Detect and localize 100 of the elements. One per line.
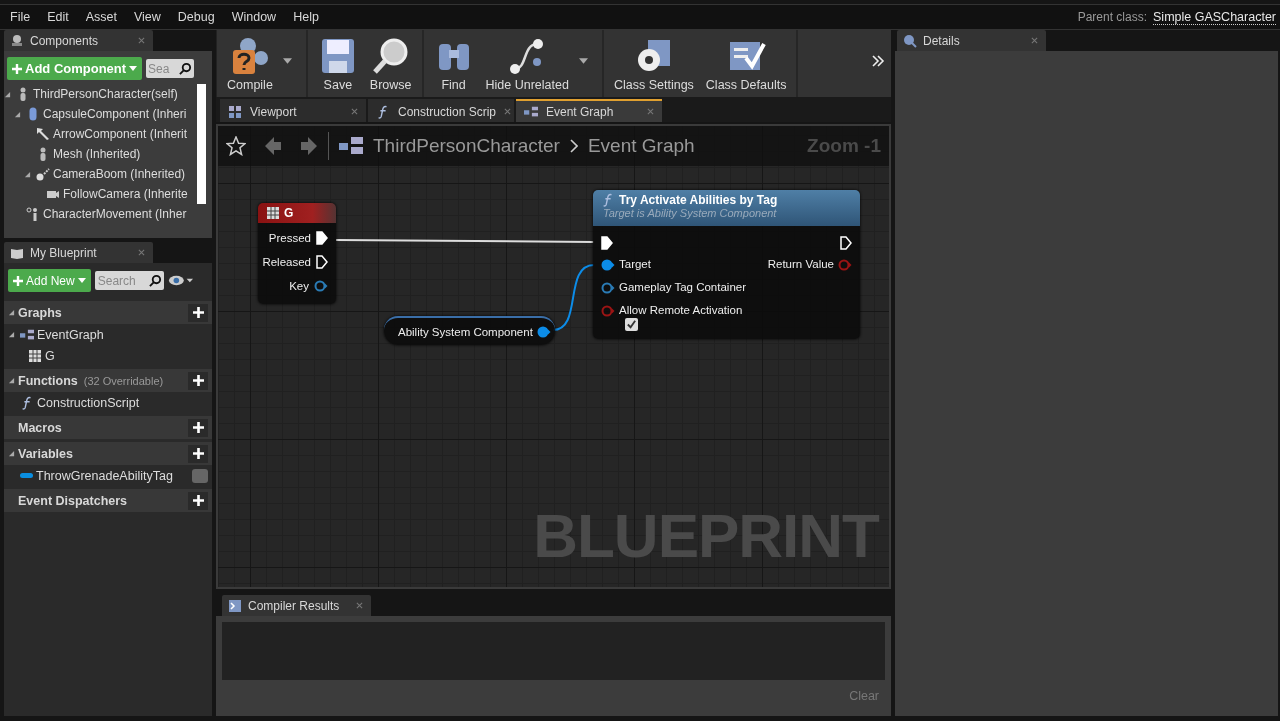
function-icon xyxy=(20,395,34,410)
tree-item[interactable]: CameraBoom (Inherited) xyxy=(53,167,186,181)
data-pin-icon[interactable] xyxy=(314,280,328,292)
plus-icon xyxy=(192,307,204,318)
menu-item[interactable]: Help xyxy=(293,10,319,24)
document-tab[interactable]: Construction Scrip xyxy=(368,99,514,122)
menu-item[interactable]: Debug xyxy=(177,10,215,24)
data-pin-icon[interactable] xyxy=(601,259,615,271)
toolbar-button[interactable]: Save xyxy=(315,33,360,94)
document-tab[interactable]: Event Graph xyxy=(516,99,662,122)
data-pin-icon[interactable] xyxy=(601,282,615,294)
overflow-chevron-icon[interactable] xyxy=(871,54,885,68)
toolbar-button[interactable]: Find xyxy=(431,33,476,94)
forward-arrow-icon[interactable] xyxy=(300,136,318,156)
function-node[interactable]: Try Activate Abilities by Tag Target is Ability System Component Target Return Value Gameplay Tag Container Allow Remote Activation xyxy=(593,190,860,339)
back-arrow-icon[interactable] xyxy=(264,136,282,156)
eye-icon[interactable] xyxy=(167,274,194,287)
menu-item[interactable]: View xyxy=(133,10,161,24)
list-item[interactable]: G xyxy=(45,348,55,363)
section-header[interactable]: Functions (32 Overridable) xyxy=(4,369,212,392)
node-title: Try Activate Abilities by Tag xyxy=(619,193,778,207)
pin-label: Allow Remote Activation xyxy=(619,304,743,316)
menu-item[interactable]: Asset xyxy=(85,10,117,24)
section-header[interactable]: Event Dispatchers xyxy=(4,489,212,512)
panel-tab[interactable]: Compiler Results xyxy=(222,595,371,616)
panel-tab[interactable]: Components xyxy=(4,30,153,51)
close-icon[interactable] xyxy=(351,108,358,115)
exec-pin-icon[interactable] xyxy=(601,236,613,250)
breadcrumb-item[interactable]: ThirdPersonCharacter xyxy=(373,135,560,157)
arrow-icon xyxy=(36,127,50,141)
toolbar-button[interactable]: Browse xyxy=(367,33,414,94)
star-icon[interactable] xyxy=(226,136,246,156)
pin-label: Gameplay Tag Container xyxy=(619,281,746,293)
exec-pin-icon[interactable] xyxy=(316,231,328,245)
add-button[interactable] xyxy=(188,418,208,437)
add-button[interactable] xyxy=(188,491,208,510)
add-button[interactable] xyxy=(188,371,208,390)
variable-node[interactable]: Ability System Component xyxy=(384,316,555,345)
close-icon[interactable] xyxy=(356,602,363,609)
visibility-toggle-icon[interactable] xyxy=(192,468,208,483)
list-item[interactable]: ConstructionScript xyxy=(37,395,140,410)
section-header[interactable]: Macros xyxy=(4,416,212,439)
section-title: Variables xyxy=(18,446,73,461)
data-pin-icon[interactable] xyxy=(536,325,551,338)
add-button[interactable] xyxy=(188,444,208,463)
close-icon[interactable] xyxy=(138,37,145,44)
expander-icon[interactable] xyxy=(4,90,11,98)
toolbar-button[interactable]: Class Defaults xyxy=(703,33,789,94)
breadcrumb-item[interactable]: Event Graph xyxy=(587,135,695,157)
panel-tab[interactable]: My Blueprint xyxy=(4,242,153,263)
dropdown-caret-icon[interactable] xyxy=(282,57,292,64)
add-button[interactable] xyxy=(188,303,208,322)
tree-item[interactable]: CapsuleComponent (Inheri xyxy=(43,107,187,121)
parent-class-link[interactable]: Simple GASCharacter xyxy=(1153,9,1276,25)
expander-icon[interactable] xyxy=(14,110,21,118)
exec-pin-icon[interactable] xyxy=(840,236,852,250)
list-item[interactable]: ThrowGrenadeAbilityTag xyxy=(36,468,173,483)
tree-item[interactable]: CharacterMovement (Inher xyxy=(43,207,187,221)
tree-item[interactable]: ThirdPersonCharacter(self) xyxy=(33,87,178,101)
scrollbar[interactable] xyxy=(197,84,206,204)
function-icon xyxy=(376,104,390,119)
expander-icon[interactable] xyxy=(8,309,15,316)
panel-title: My Blueprint xyxy=(30,245,97,260)
node-title: G xyxy=(284,206,294,220)
toolbar-button[interactable]: Compile xyxy=(225,33,275,94)
panel-title: Compiler Results xyxy=(248,598,340,613)
tree-item[interactable]: FollowCamera (Inherite xyxy=(63,187,188,201)
toolbar-button[interactable]: Hide Unrelated xyxy=(483,33,571,94)
expander-icon[interactable] xyxy=(24,170,31,178)
search-icon[interactable] xyxy=(177,59,195,78)
keyboard-icon xyxy=(266,206,280,220)
search-field[interactable]: Sea xyxy=(146,59,178,78)
checkbox[interactable] xyxy=(625,318,638,331)
search-field[interactable]: Search xyxy=(94,271,147,290)
section-header[interactable]: Variables xyxy=(4,442,212,465)
expander-icon[interactable] xyxy=(8,450,15,457)
toolbar-button[interactable]: Class Settings xyxy=(611,33,696,94)
keyboard-icon xyxy=(28,348,42,363)
components-icon xyxy=(10,33,24,48)
event-node[interactable]: G Pressed Released Key xyxy=(258,203,336,304)
close-icon[interactable] xyxy=(138,249,145,256)
pin-label: Target xyxy=(619,258,651,270)
list-item[interactable]: EventGraph xyxy=(37,327,104,342)
menu-item[interactable]: Window xyxy=(231,10,277,24)
expander-icon[interactable] xyxy=(8,377,15,384)
exec-pin-icon[interactable] xyxy=(316,255,328,269)
menu-item[interactable]: File xyxy=(10,10,31,24)
expander-icon[interactable] xyxy=(8,331,15,338)
panel-tab[interactable]: Details xyxy=(897,30,1046,51)
menu-item[interactable]: Edit xyxy=(47,10,69,24)
data-wire xyxy=(552,264,595,331)
document-tab[interactable]: Viewport xyxy=(220,99,366,122)
graph-canvas[interactable] xyxy=(216,124,891,589)
dropdown-caret-icon[interactable] xyxy=(578,57,588,64)
tree-item[interactable]: Mesh (Inherited) xyxy=(53,147,141,161)
close-icon[interactable] xyxy=(1031,37,1038,44)
tree-item[interactable]: ArrowComponent (Inherit xyxy=(53,127,188,141)
close-icon[interactable] xyxy=(647,108,654,115)
section-header[interactable]: Graphs xyxy=(4,301,212,324)
close-icon[interactable] xyxy=(504,108,512,115)
